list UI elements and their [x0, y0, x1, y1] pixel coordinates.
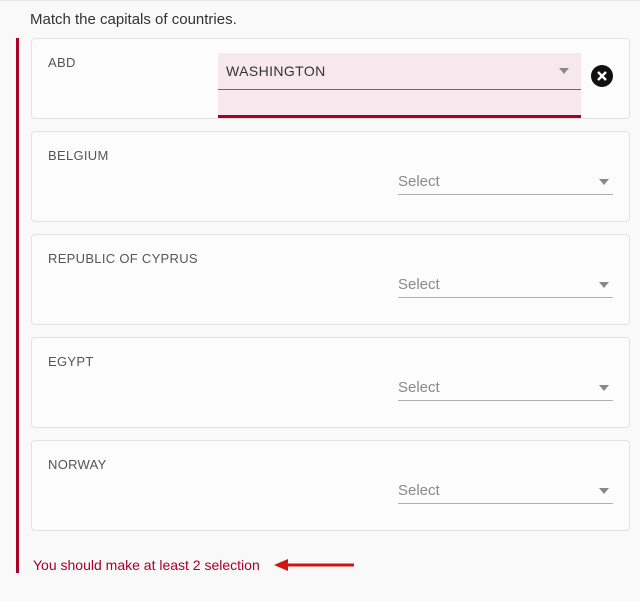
select-placeholder: Select [398, 173, 440, 190]
chevron-down-icon [559, 68, 569, 74]
capital-select[interactable]: Select [398, 375, 613, 401]
capital-select[interactable]: Select [398, 478, 613, 504]
match-row: NORWAY Select [31, 440, 630, 531]
select-placeholder: Select [398, 482, 440, 499]
close-icon [596, 70, 608, 82]
validation-error: You should make at least 2 selection [31, 543, 630, 573]
country-label: ABD [48, 53, 208, 70]
match-row: ABD WASHINGTON [31, 38, 630, 119]
error-left-bar [16, 38, 19, 573]
capital-select[interactable]: Select [398, 272, 613, 298]
select-highlight-underline [218, 90, 581, 118]
capital-select[interactable]: Select [398, 169, 613, 195]
question-title: Match the capitals of countries. [10, 11, 630, 38]
chevron-down-icon [599, 282, 609, 288]
country-label: BELGIUM [48, 146, 613, 163]
capital-select[interactable]: WASHINGTON [218, 53, 581, 90]
country-label: NORWAY [48, 455, 613, 472]
select-value: WASHINGTON [226, 63, 326, 79]
chevron-down-icon [599, 385, 609, 391]
error-message: You should make at least 2 selection [33, 557, 260, 573]
select-placeholder: Select [398, 379, 440, 396]
country-label: REPUBLIC OF CYPRUS [48, 249, 613, 266]
country-label: EGYPT [48, 352, 613, 369]
clear-selection-button[interactable] [591, 65, 613, 87]
match-row: REPUBLIC OF CYPRUS Select [31, 234, 630, 325]
match-row: EGYPT Select [31, 337, 630, 428]
chevron-down-icon [599, 488, 609, 494]
select-placeholder: Select [398, 276, 440, 293]
chevron-down-icon [599, 179, 609, 185]
annotation-arrow-icon [274, 558, 354, 572]
match-row: BELGIUM Select [31, 131, 630, 222]
